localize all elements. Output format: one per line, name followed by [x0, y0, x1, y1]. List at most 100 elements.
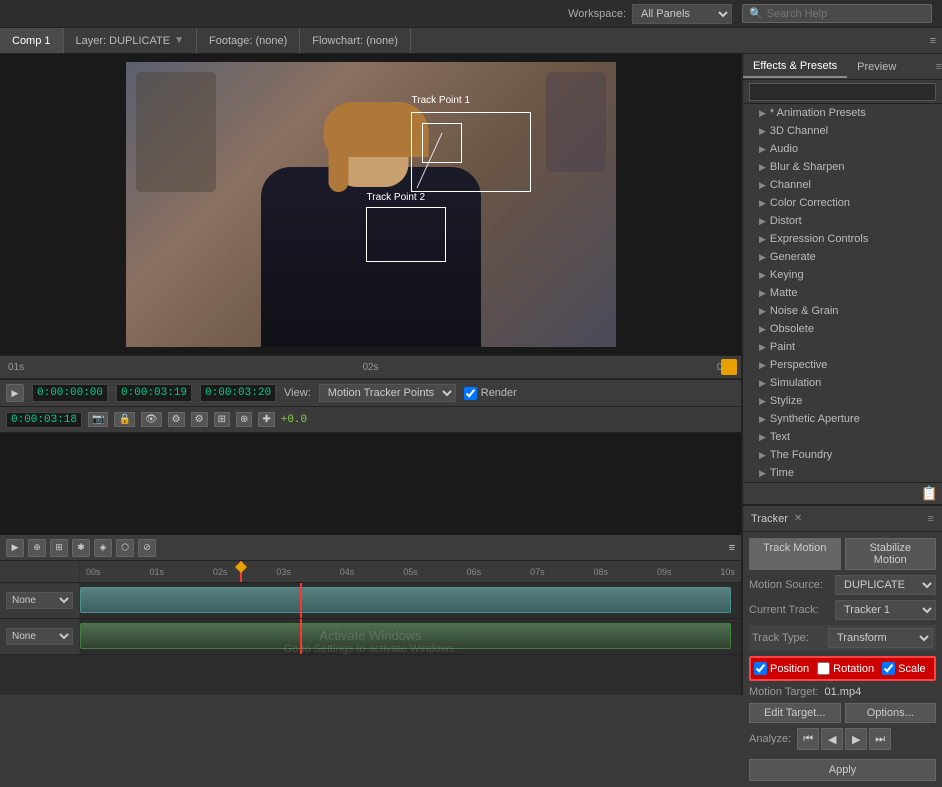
effect-animation-presets[interactable]: ▶ * Animation Presets	[743, 104, 942, 122]
arrow-icon: ▶	[759, 216, 766, 227]
effect-channel[interactable]: ▶ Channel	[743, 176, 942, 194]
ruler-mark-2s: 02s	[362, 362, 378, 373]
camera-btn[interactable]: 📷	[88, 412, 108, 427]
time-display-1[interactable]: 0:00:00:00	[32, 384, 108, 402]
layer-dropdown-icon[interactable]: ▼	[174, 35, 184, 46]
tl-mark-09s: 09s	[657, 567, 672, 577]
settings-btn2[interactable]: ⚙	[191, 412, 208, 427]
arrow-icon: ▶	[759, 162, 766, 173]
tl-mark-02s: 02s	[213, 567, 228, 577]
time-display-3[interactable]: 0:00:03:20	[200, 384, 276, 402]
tl-cut-line-1	[300, 583, 302, 618]
effect-matte[interactable]: ▶ Matte	[743, 284, 942, 302]
tracker-content: Track Motion Stabilize Motion Motion Sou…	[743, 532, 942, 787]
effect-stylize[interactable]: ▶ Stylize	[743, 392, 942, 410]
rotation-checkbox[interactable]	[817, 662, 830, 675]
eye-btn[interactable]: 👁	[141, 412, 162, 427]
tl-tool-1[interactable]: ▶	[6, 539, 24, 557]
effect-simulation[interactable]: ▶ Simulation	[743, 374, 942, 392]
tl-mark-04s: 04s	[340, 567, 355, 577]
render-checkbox[interactable]	[464, 387, 477, 400]
add-preset-icon[interactable]: 📋	[921, 485, 938, 502]
effect-paint[interactable]: ▶ Paint	[743, 338, 942, 356]
effect-color-correction[interactable]: ▶ Color Correction	[743, 194, 942, 212]
effect-text[interactable]: ▶ Text	[743, 428, 942, 446]
scale-checkbox[interactable]	[882, 662, 895, 675]
tl-tool-5[interactable]: ◈	[94, 539, 112, 557]
effects-menu-icon[interactable]: ≡	[936, 61, 942, 73]
top-bar: Workspace: All Panels 🔍	[0, 0, 942, 28]
panel-menu-icon[interactable]: ≡	[930, 35, 942, 47]
effect-blur-sharpen[interactable]: ▶ Blur & Sharpen	[743, 158, 942, 176]
tracker-tab-title: Tracker	[751, 513, 788, 525]
arrow-icon: ▶	[759, 396, 766, 407]
tl-ruler-spacer	[0, 561, 80, 582]
effect-audio[interactable]: ▶ Audio	[743, 140, 942, 158]
tracker-action-buttons: Edit Target... Options...	[749, 703, 936, 723]
effects-search	[743, 80, 942, 104]
view-select[interactable]: Motion Tracker Points	[319, 384, 456, 402]
track-select-2[interactable]: None	[6, 628, 73, 645]
effects-search-input[interactable]	[749, 83, 936, 101]
arrow-icon: ▶	[759, 144, 766, 155]
track-motion-button[interactable]: Track Motion	[749, 538, 841, 570]
edit-target-button[interactable]: Edit Target...	[749, 703, 841, 723]
current-time-display[interactable]: 0:00:03:18	[6, 412, 82, 428]
stabilize-motion-button[interactable]: Stabilize Motion	[845, 538, 937, 570]
effect-synthetic-aperture[interactable]: ▶ Synthetic Aperture	[743, 410, 942, 428]
position-checkbox[interactable]	[754, 662, 767, 675]
analyze-fastforward-btn[interactable]: ⏭	[869, 728, 891, 750]
tl-playhead[interactable]	[240, 561, 242, 582]
tab-footage[interactable]: Footage: (none)	[197, 28, 300, 53]
analyze-forward-btn[interactable]: ▶	[845, 728, 867, 750]
tab-layer[interactable]: Layer: DUPLICATE ▼	[64, 28, 197, 53]
effect-noise-grain[interactable]: ▶ Noise & Grain	[743, 302, 942, 320]
lock-btn[interactable]: 🔒	[114, 412, 134, 427]
tl-tool-3[interactable]: ⊞	[50, 539, 68, 557]
tl-tool-6[interactable]: ⬡	[116, 539, 134, 557]
workspace-select[interactable]: All Panels	[632, 4, 732, 24]
tab-flowchart[interactable]: Flowchart: (none)	[300, 28, 411, 53]
analyze-label: Analyze:	[749, 733, 791, 745]
effect-generate[interactable]: ▶ Generate	[743, 248, 942, 266]
tab-comp[interactable]: Comp 1	[0, 28, 64, 53]
apply-button[interactable]: Apply	[749, 759, 936, 781]
options-button[interactable]: Options...	[845, 703, 937, 723]
effect-obsolete[interactable]: ▶ Obsolete	[743, 320, 942, 338]
effect-distort[interactable]: ▶ Distort	[743, 212, 942, 230]
tl-tool-4[interactable]: ✱	[72, 539, 90, 557]
analyze-rewind-btn[interactable]: ⏮	[797, 728, 819, 750]
effect-the-foundry[interactable]: ▶ The Foundry	[743, 446, 942, 464]
effect-3d-channel[interactable]: ▶ 3D Channel	[743, 122, 942, 140]
time-display-2[interactable]: 0:00:03:19	[116, 384, 192, 402]
motion-source-select[interactable]: DUPLICATE	[835, 575, 936, 595]
tl-menu[interactable]: ≡	[729, 542, 735, 554]
track-select-1[interactable]: None	[6, 592, 73, 609]
tl-tool-7[interactable]: ⊘	[138, 539, 156, 557]
preview-tab[interactable]: Preview	[847, 57, 906, 77]
current-track-label: Current Track:	[749, 604, 829, 616]
tracker-menu-icon[interactable]: ≡	[928, 513, 934, 525]
anchor-btn[interactable]: ⊕	[236, 412, 252, 427]
track-type-select[interactable]: Transform	[828, 628, 933, 648]
analyze-backward-btn[interactable]: ◀	[821, 728, 843, 750]
current-track-select[interactable]: Tracker 1	[835, 600, 936, 620]
timeline-section: ▶ ⊕ ⊞ ✱ ◈ ⬡ ⊘ ≡ 00s 01s 02s	[0, 535, 741, 695]
play-button[interactable]: ▶	[6, 384, 24, 402]
arrow-icon: ▶	[759, 234, 766, 245]
tl-mark-08s: 08s	[594, 567, 609, 577]
tracker-btn[interactable]: ✚	[258, 412, 274, 427]
effects-tab[interactable]: Effects & Presets	[743, 56, 847, 78]
effect-time[interactable]: ▶ Time	[743, 464, 942, 482]
effect-perspective[interactable]: ▶ Perspective	[743, 356, 942, 374]
track-clip-2[interactable]	[80, 623, 731, 649]
track-clip-1[interactable]	[80, 587, 731, 613]
tracker-tab-close[interactable]: ✕	[794, 513, 802, 524]
grid-btn[interactable]: ⊞	[214, 412, 230, 427]
effect-expression-controls[interactable]: ▶ Expression Controls	[743, 230, 942, 248]
effect-keying[interactable]: ▶ Keying	[743, 266, 942, 284]
tl-tool-2[interactable]: ⊕	[28, 539, 46, 557]
search-input[interactable]	[767, 8, 925, 20]
bottom-controls: ▶ 0:00:00:00 0:00:03:19 0:00:03:20 View:…	[0, 379, 741, 407]
settings-btn1[interactable]: ⚙	[168, 412, 185, 427]
